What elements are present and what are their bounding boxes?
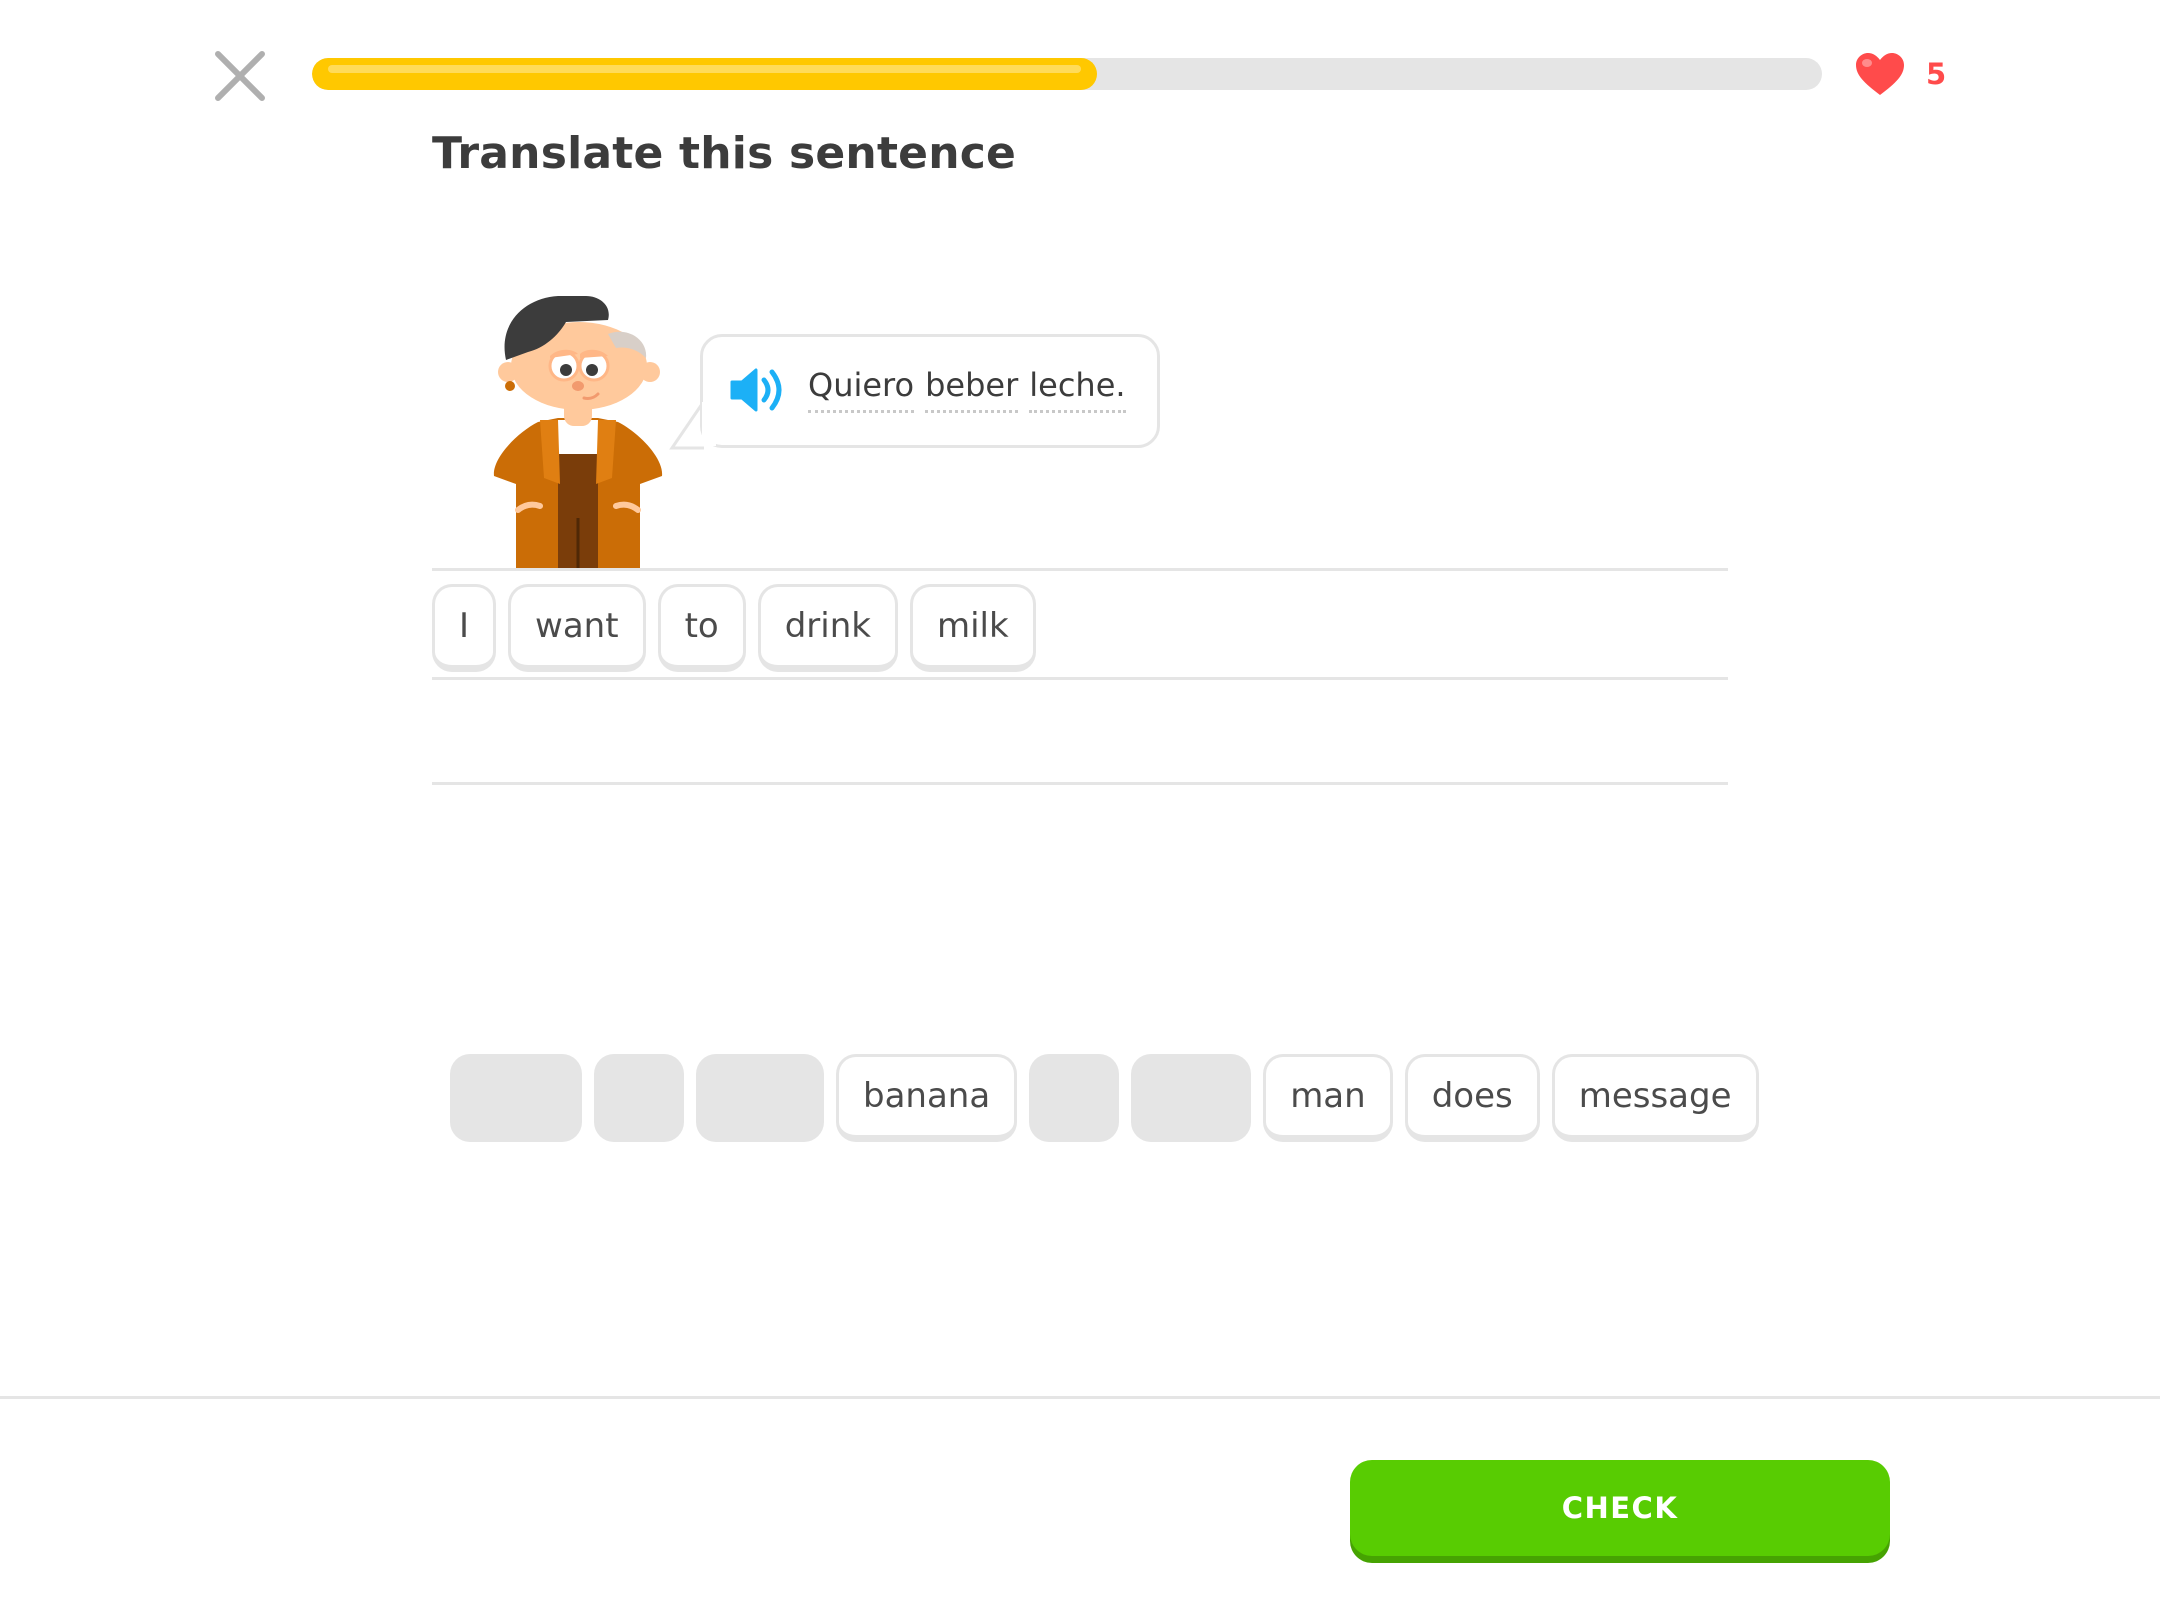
progress-bar <box>312 58 1822 90</box>
progress-fill <box>312 58 1097 90</box>
hearts-count: 5 <box>1926 57 1947 91</box>
answer-tile[interactable]: drink <box>757 584 898 672</box>
footer-divider <box>0 1396 2160 1399</box>
answer-tile[interactable]: milk <box>909 584 1036 672</box>
word-bank-tile <box>450 1054 582 1142</box>
prompt-word[interactable]: Quiero <box>808 366 915 413</box>
check-button[interactable]: CHECK <box>1350 1460 1890 1556</box>
speaker-icon <box>730 368 782 412</box>
progress-shine <box>328 65 1081 73</box>
answer-line <box>432 568 1728 571</box>
character-illustration <box>488 288 668 570</box>
prompt-word[interactable]: beber <box>925 366 1019 413</box>
word-bank-tile[interactable]: does <box>1404 1054 1540 1142</box>
close-icon <box>215 51 265 101</box>
answer-tile[interactable]: to <box>657 584 746 672</box>
close-button[interactable] <box>212 48 268 104</box>
word-bank-tile <box>1131 1054 1252 1142</box>
word-bank-tile[interactable]: message <box>1551 1054 1759 1142</box>
answer-tile[interactable]: want <box>508 584 646 672</box>
answer-area: I want to drink milk <box>432 584 1036 672</box>
word-bank-tile <box>1029 1054 1120 1142</box>
prompt-sentence: Quiero beber leche. <box>808 366 1126 413</box>
prompt-word[interactable]: leche. <box>1029 366 1126 413</box>
word-bank-tile <box>696 1054 824 1142</box>
word-bank-tile <box>594 1054 684 1142</box>
answer-line <box>432 782 1728 785</box>
word-bank: banana man does message <box>450 1054 1759 1142</box>
word-bank-tile[interactable]: banana <box>836 1054 1018 1142</box>
heart-icon <box>1856 53 1904 95</box>
challenge-title: Translate this sentence <box>432 128 1017 179</box>
hearts-counter: 5 <box>1854 48 1946 100</box>
speaker-button[interactable] <box>728 366 788 414</box>
answer-tile[interactable]: I <box>432 584 497 672</box>
answer-line <box>432 677 1728 680</box>
word-bank-tile[interactable]: man <box>1263 1054 1393 1142</box>
